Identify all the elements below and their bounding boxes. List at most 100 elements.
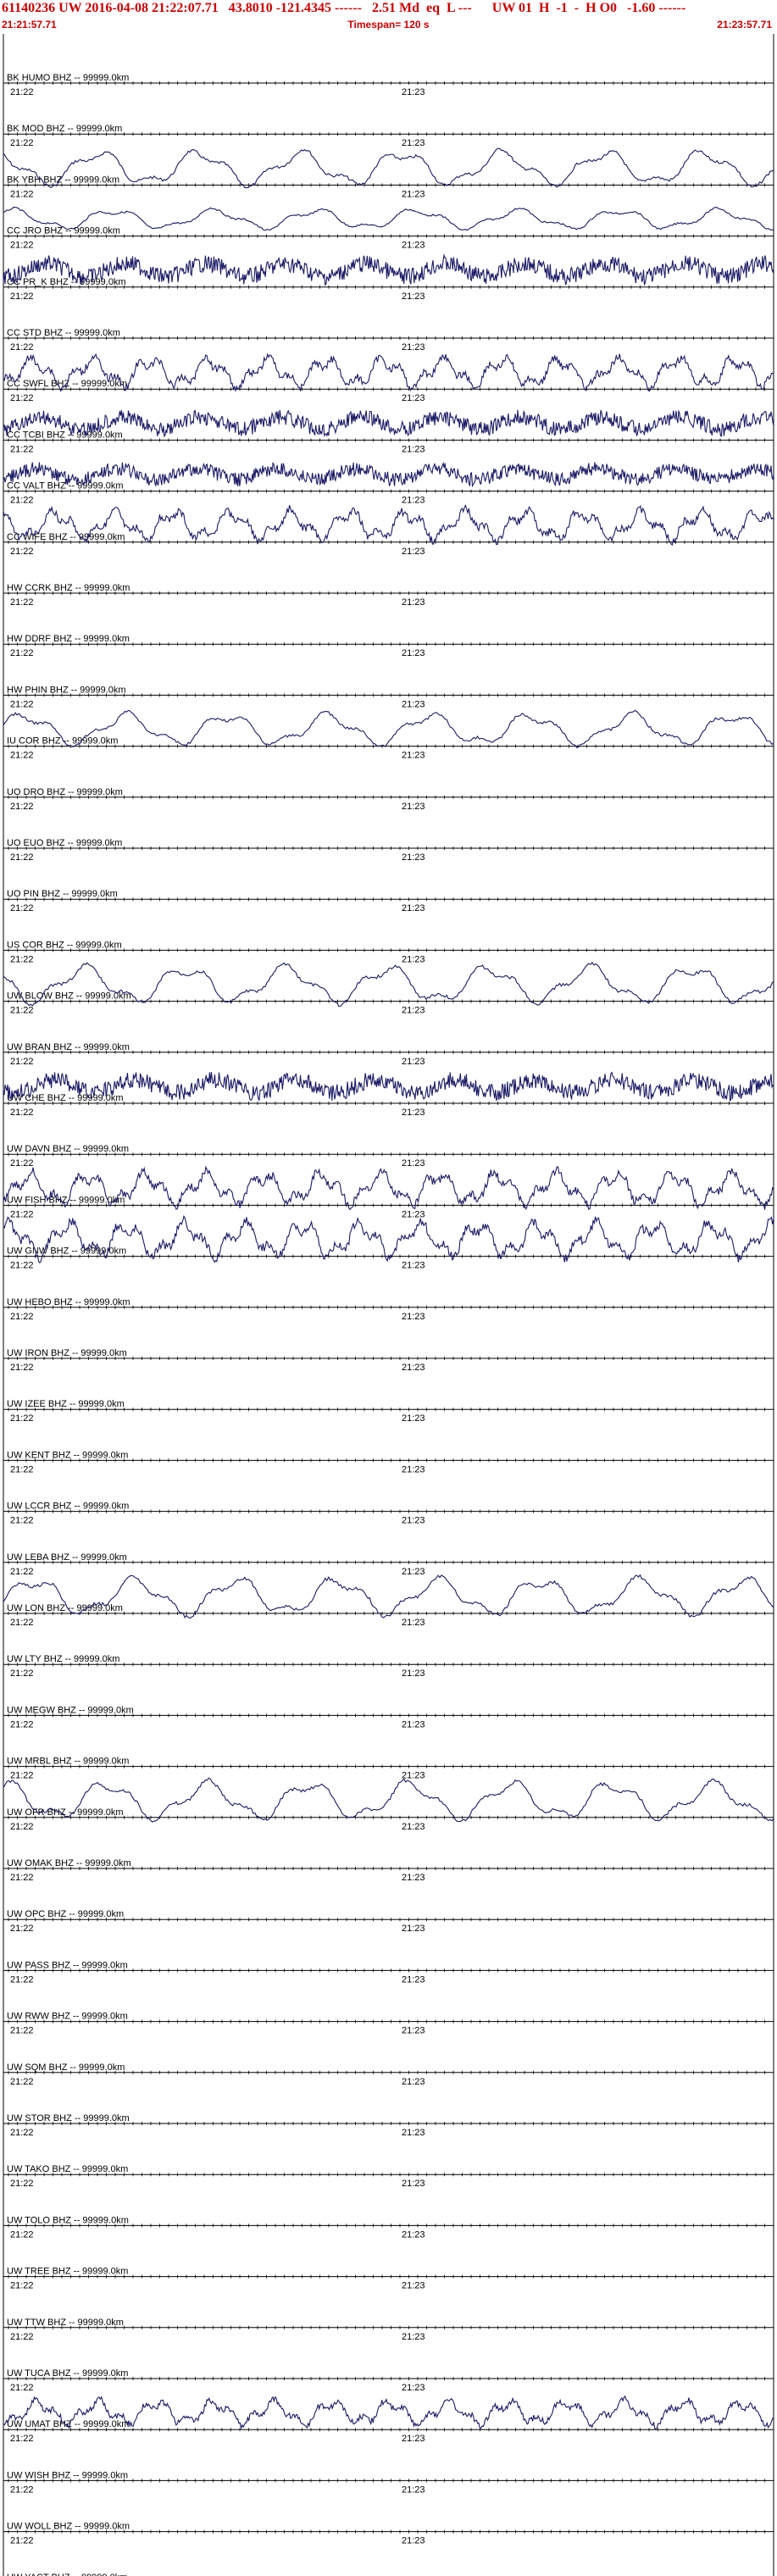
trace-row: UW MRBL BHZ -- 99999.0km 21:22 21:23 — [3, 1757, 774, 1781]
trace-row: IU COR BHZ -- 99999.0km 21:22 21:23 — [3, 709, 774, 761]
trace-row: UO EUO BHZ -- 99999.0km 21:22 21:23 — [3, 838, 774, 863]
tick-label: 21:22 — [10, 189, 34, 199]
station-label: UW TUCA BHZ -- 99999.0km — [7, 2368, 128, 2379]
trace-row: CC TCBI BHZ -- 99999.0km 21:22 21:23 — [3, 409, 774, 454]
station-label: UO DRO BHZ -- 99999.0km — [7, 787, 123, 797]
station-label: UW MEGW BHZ -- 99999.0km — [7, 1705, 134, 1715]
tick-label: 21:22 — [10, 1057, 34, 1067]
station-label: UW FISH BHZ -- 99999.0km — [7, 1195, 125, 1205]
tick-label: 21:23 — [402, 2434, 425, 2444]
tick-label: 21:22 — [10, 1873, 34, 1883]
trace-row: UO PIN BHZ -- 99999.0km 21:22 21:23 — [3, 889, 774, 913]
tick-label: 21:23 — [402, 1363, 425, 1373]
tick-label: 21:23 — [402, 1516, 425, 1526]
trace-row: UW GNW BHZ -- 99999.0km21:22 21:23 — [3, 1215, 774, 1271]
trace-row: HW DDRF BHZ -- 99999.0km 21:22 21:23 — [3, 634, 774, 658]
trace-row: CC SWFL BHZ -- 99999.0km21:22 21:23 — [3, 353, 774, 403]
tick-label: 21:23 — [402, 1464, 425, 1474]
station-label: UW BRAN BHZ -- 99999.0km — [7, 1042, 130, 1052]
tick-label: 21:22 — [10, 802, 34, 812]
tick-label: 21:23 — [402, 2484, 425, 2495]
tick-label: 21:23 — [402, 1209, 425, 1219]
tick-label: 21:22 — [10, 2077, 34, 2087]
tick-label: 21:23 — [402, 852, 425, 863]
tick-label: 21:23 — [402, 2229, 425, 2240]
tick-label: 21:23 — [402, 1771, 425, 1781]
tick-label: 21:23 — [402, 291, 425, 302]
station-label: US COR BHZ -- 99999.0km — [7, 940, 122, 950]
trace-row: UW KENT BHZ -- 99999.0km 21:22 21:23 — [3, 1450, 774, 1474]
tick-label: 21:22 — [10, 1464, 34, 1474]
station-label: UW HEBO BHZ -- 99999.0km — [7, 1297, 130, 1307]
tick-label: 21:22 — [10, 2229, 34, 2240]
trace-row: US COR BHZ -- 99999.0km 21:22 21:23 — [3, 940, 774, 964]
tick-label: 21:22 — [10, 2026, 34, 2036]
station-label: UW MRBL BHZ -- 99999.0km — [7, 1757, 129, 1767]
trace-row: UW YACT BHZ -- 99999.0km21:2221:23 — [7, 2573, 127, 2576]
tick-label: 21:23 — [402, 2026, 425, 2036]
tick-label: 21:23 — [402, 342, 425, 353]
trace-row: UW PASS BHZ -- 99999.0km 21:22 21:23 — [3, 1960, 774, 1985]
tick-label: 21:22 — [10, 1668, 34, 1679]
tick-label: 21:22 — [10, 1924, 34, 1934]
tick-label: 21:22 — [10, 1974, 34, 1985]
tick-label: 21:23 — [402, 648, 425, 658]
station-label: UW RWW BHZ -- 99999.0km — [7, 2012, 128, 2022]
trace-row: UW STOR BHZ -- 99999.0km 21:22 21:23 — [3, 2113, 774, 2138]
trace-row: CC WIFE BHZ -- 99999.0km21:22 21:23 — [3, 504, 774, 557]
tick-label: 21:22 — [10, 2484, 34, 2495]
trace-row: UW OPC BHZ -- 99999.0km21:22 21:23 — [3, 1909, 774, 1934]
tick-label: 21:22 — [10, 903, 34, 913]
tick-label: 21:22 — [10, 1261, 34, 1271]
seismogram-plot: BK HUMO BHZ -- 99999.0km 21:22 21:23 BK MOD… — [3, 34, 774, 2576]
trace-row: UW OMAK BHZ -- 99999.0km 21:22 21:23 — [3, 1858, 774, 1883]
station-label: UW OFR BHZ -- 99999.0km — [7, 1807, 124, 1818]
tick-label: 21:22 — [10, 1158, 34, 1169]
station-label: UW TAKO BHZ -- 99999.0km — [7, 2164, 128, 2174]
tick-label: 21:23 — [402, 1924, 425, 1934]
tick-label: 21:22 — [10, 241, 34, 251]
tick-label: 21:22 — [10, 954, 34, 964]
trace-row: CC JRO BHZ -- 99999.0km21:22 21:23 — [3, 206, 774, 251]
station-label: UW LTY BHZ -- 99999.0km — [7, 1654, 119, 1664]
tick-label: 21:22 — [10, 699, 34, 709]
tick-label: 21:22 — [10, 2128, 34, 2138]
station-label: UW BLOW BHZ -- 99999.0km — [7, 991, 131, 1002]
tick-label: 21:22 — [10, 2179, 34, 2189]
trace-row: CC STD BHZ -- 99999.0km 21:22 21:23 — [3, 328, 774, 353]
tick-label: 21:22 — [10, 2281, 34, 2291]
tick-label: 21:23 — [402, 444, 425, 454]
trace-row: BK MOD BHZ -- 99999.0km 21:22 21:23 — [3, 124, 774, 148]
trace-row: UW LCCR BHZ -- 99999.0km 21:22 21:23 — [3, 1502, 774, 1526]
station-label: UW YACT BHZ -- 99999.0km — [7, 2573, 127, 2576]
station-label: UW LCCR BHZ -- 99999.0km — [7, 1502, 129, 1512]
tick-label: 21:23 — [402, 1822, 425, 1832]
tick-label: 21:23 — [402, 1057, 425, 1067]
trace-row: UW CHE BHZ -- 99999.0km21:22 21:23 — [3, 1071, 774, 1118]
tick-label: 21:23 — [402, 2179, 425, 2189]
trace-row: UW WISH BHZ -- 99999.0km 21:22 21:23 — [3, 2470, 774, 2495]
tick-label: 21:23 — [402, 2383, 425, 2393]
tick-label: 21:22 — [10, 648, 34, 658]
tick-label: 21:23 — [402, 1668, 425, 1679]
tick-label: 21:23 — [402, 1618, 425, 1628]
tick-label: 21:23 — [402, 393, 425, 403]
station-label: UW TOLO BHZ -- 99999.0km — [7, 2215, 129, 2225]
station-label: UW IZEE BHZ -- 99999.0km — [7, 1399, 125, 1409]
tick-label: 21:23 — [402, 189, 425, 199]
trace-row: HW PHIN BHZ -- 99999.0km 21:22 21:23 — [3, 685, 774, 709]
tick-label: 21:22 — [10, 597, 34, 608]
tick-label: 21:23 — [402, 2332, 425, 2342]
trace-row: UW LEBA BHZ -- 99999.0km 21:22 21:23 — [3, 1552, 774, 1577]
tick-label: 21:23 — [402, 547, 425, 557]
tick-label: 21:22 — [10, 1312, 34, 1322]
trace-row: UW WOLL BHZ -- 99999.0km 21:22 21:23 — [3, 2522, 774, 2546]
tick-label: 21:22 — [10, 393, 34, 403]
station-label: BK HUMO BHZ -- 99999.0km — [7, 73, 129, 83]
trace-row: UW TTW BHZ -- 99999.0km21:22 21:23 — [3, 2318, 774, 2342]
station-label: CC PR_K BHZ -- 99999.0km — [7, 277, 126, 287]
tick-label: 21:22 — [10, 87, 34, 97]
tick-label: 21:23 — [402, 87, 425, 97]
trace-row: UW IRON BHZ -- 99999.0km 21:22 21:23 — [3, 1348, 774, 1373]
tick-label: 21:22 — [10, 138, 34, 148]
